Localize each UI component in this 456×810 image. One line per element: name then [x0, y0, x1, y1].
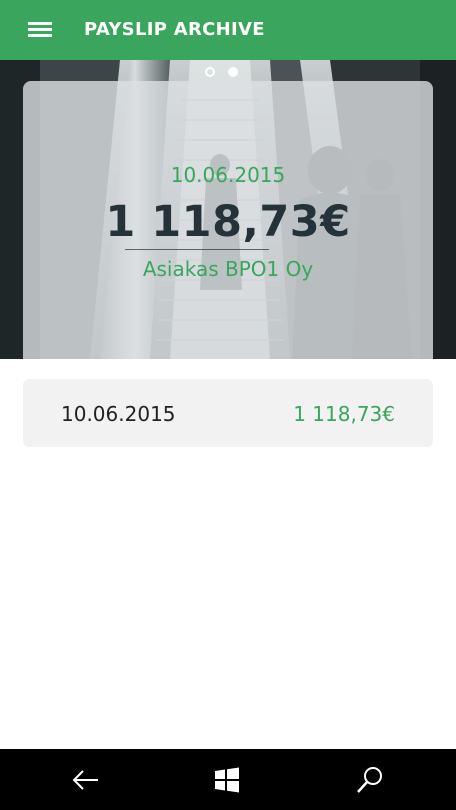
list-item-amount: 1 118,73€ [293, 402, 395, 426]
search-icon[interactable] [354, 764, 386, 796]
app-header: PAYSLIP ARCHIVE [0, 0, 456, 60]
carousel-dot-1[interactable] [205, 67, 215, 77]
payslip-date: 10.06.2015 [170, 163, 286, 187]
carousel-indicator [0, 67, 456, 79]
windows-logo-icon[interactable] [211, 764, 243, 796]
hero-banner[interactable]: 10.06.2015 1 118,73€ Asiakas BPO1 Oy [0, 60, 456, 359]
list-item-date: 10.06.2015 [61, 402, 176, 426]
carousel-dot-2-active[interactable] [228, 67, 238, 77]
hamburger-menu-icon[interactable] [28, 22, 52, 38]
list-item[interactable]: 10.06.2015 1 118,73€ [23, 379, 433, 447]
amount-underline [125, 249, 269, 250]
latest-payslip-card[interactable]: 10.06.2015 1 118,73€ Asiakas BPO1 Oy [23, 81, 433, 359]
back-arrow-icon[interactable] [70, 764, 102, 796]
employer-name: Asiakas BPO1 Oy [142, 257, 314, 281]
system-navigation-bar [0, 749, 456, 810]
page-title: PAYSLIP ARCHIVE [84, 19, 265, 40]
payslip-amount: 1 118,73€ [105, 197, 351, 247]
